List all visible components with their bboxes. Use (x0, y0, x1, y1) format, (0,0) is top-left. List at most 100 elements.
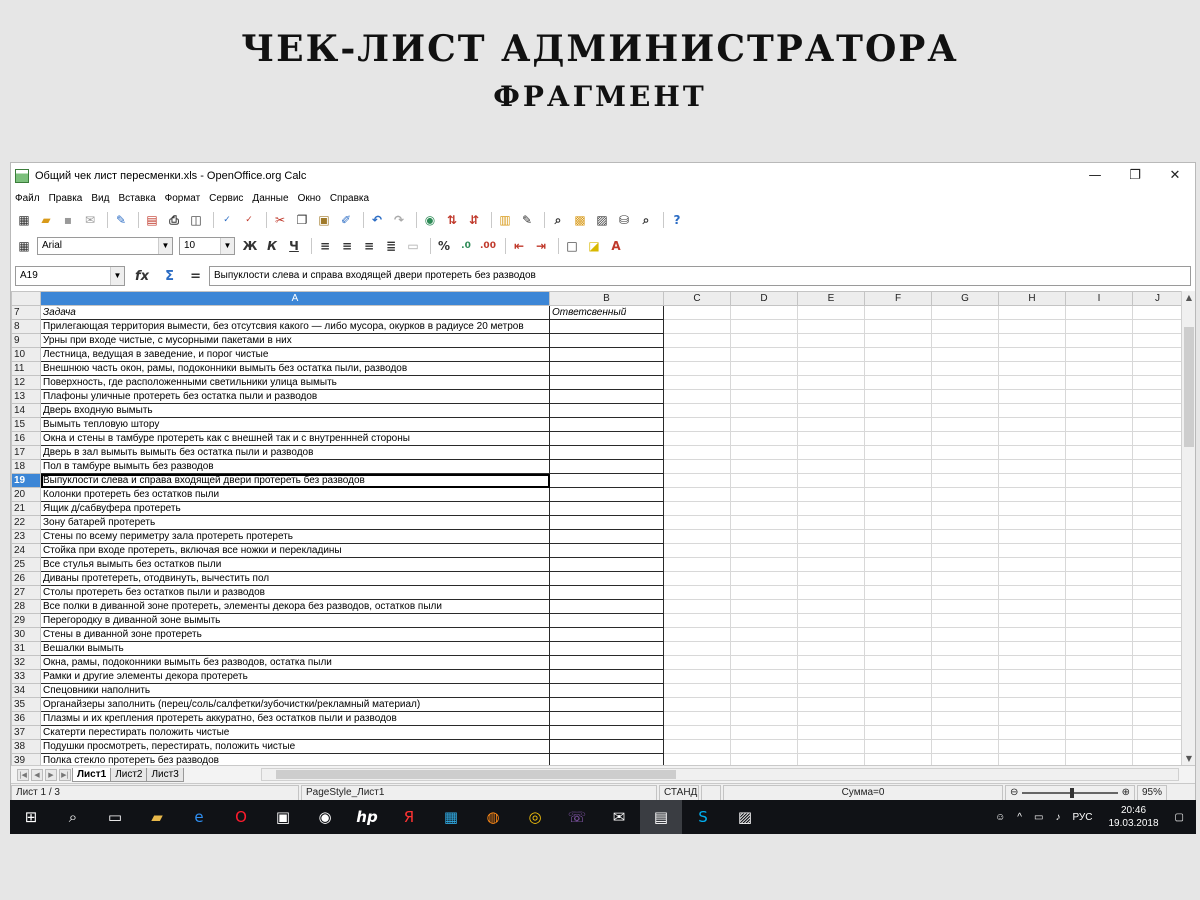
empty-cell[interactable] (931, 641, 999, 656)
next-sheet-icon[interactable]: ▶ (45, 768, 57, 781)
empty-cell[interactable] (998, 725, 1066, 740)
empty-cell[interactable] (998, 333, 1066, 348)
empty-cell[interactable] (1065, 529, 1133, 544)
hyperlink-icon[interactable]: ◉ (421, 211, 439, 229)
hp-app-icon[interactable]: hp (346, 800, 388, 834)
photos-app-icon[interactable]: ▨ (724, 800, 766, 834)
zoom-out-icon[interactable]: ⊖ (1010, 787, 1018, 798)
empty-cell[interactable] (730, 655, 798, 670)
empty-cell[interactable] (1132, 543, 1183, 558)
empty-cell[interactable] (797, 403, 865, 418)
empty-cell[interactable] (1132, 683, 1183, 698)
empty-cell[interactable] (1132, 655, 1183, 670)
empty-cell[interactable] (864, 697, 932, 712)
save-icon[interactable]: ▪ (59, 211, 77, 229)
row-header[interactable]: 8 (11, 319, 41, 334)
tab-sheet2[interactable]: Лист2 (110, 767, 148, 782)
task-cell[interactable]: Прилегающая территория вымести, без отсу… (40, 319, 550, 334)
row-header[interactable]: 21 (11, 501, 41, 516)
empty-cell[interactable] (663, 319, 731, 334)
empty-cell[interactable] (931, 669, 999, 684)
empty-cell[interactable] (1065, 375, 1133, 390)
responsible-cell[interactable] (549, 319, 664, 334)
task-cell[interactable]: Органайзеры заполнить (перец/соль/салфет… (40, 697, 550, 712)
input-language[interactable]: РУС (1072, 812, 1092, 823)
responsible-cell[interactable] (549, 515, 664, 530)
empty-cell[interactable] (730, 515, 798, 530)
task-cell[interactable]: Рамки и другие элементы декора протереть (40, 669, 550, 684)
empty-cell[interactable] (797, 515, 865, 530)
empty-cell[interactable] (663, 515, 731, 530)
empty-cell[interactable] (864, 711, 932, 726)
empty-cell[interactable] (1132, 515, 1183, 530)
scroll-up-icon[interactable]: ▲ (1182, 293, 1195, 302)
empty-cell[interactable] (998, 585, 1066, 600)
sort-descending-icon[interactable]: ⇵ (465, 211, 483, 229)
menu-view[interactable]: Вид (91, 193, 109, 204)
empty-cell[interactable] (1132, 459, 1183, 474)
menu-edit[interactable]: Правка (49, 193, 83, 204)
percent-button[interactable]: % (435, 237, 453, 255)
empty-cell[interactable] (1132, 725, 1183, 740)
row-header[interactable]: 12 (11, 375, 41, 390)
responsible-cell[interactable] (549, 473, 664, 488)
empty-cell[interactable] (931, 389, 999, 404)
opera-browser-icon[interactable]: O (220, 800, 262, 834)
app-tile-icon[interactable]: ▦ (430, 800, 472, 834)
draw-functions-icon[interactable]: ✎ (518, 211, 536, 229)
empty-cell[interactable] (1065, 473, 1133, 488)
empty-cell[interactable] (1132, 445, 1183, 460)
empty-cell[interactable] (864, 613, 932, 628)
responsible-cell[interactable] (549, 585, 664, 600)
menu-insert[interactable]: Вставка (118, 193, 155, 204)
font-name-select[interactable]: Arial ▼ (37, 237, 173, 255)
empty-cell[interactable] (663, 669, 731, 684)
empty-cell[interactable] (1132, 487, 1183, 502)
clone-format-icon[interactable]: ✐ (337, 211, 355, 229)
empty-cell[interactable] (998, 487, 1066, 502)
responsible-cell[interactable] (549, 417, 664, 432)
empty-cell[interactable] (730, 501, 798, 516)
empty-cell[interactable] (864, 473, 932, 488)
active-cell[interactable]: Выпуклости слева и справа входящей двери… (40, 473, 550, 488)
responsible-cell[interactable] (549, 641, 664, 656)
chevron-down-icon[interactable]: ▼ (110, 267, 124, 285)
empty-cell[interactable] (864, 333, 932, 348)
empty-cell[interactable] (1132, 557, 1183, 572)
decrease-indent-icon[interactable]: ⇤ (510, 237, 528, 255)
empty-cell[interactable] (663, 585, 731, 600)
empty-cell[interactable] (663, 753, 731, 765)
empty-cell[interactable] (797, 487, 865, 502)
empty-cell[interactable] (864, 459, 932, 474)
empty-cell[interactable] (864, 641, 932, 656)
responsible-cell[interactable] (549, 501, 664, 516)
empty-cell[interactable] (931, 753, 999, 765)
empty-cell[interactable] (663, 655, 731, 670)
empty-cell[interactable] (1065, 571, 1133, 586)
empty-cell[interactable] (663, 599, 731, 614)
task-cell[interactable]: Столы протереть без остатков пыли и разв… (40, 585, 550, 600)
empty-cell[interactable] (998, 403, 1066, 418)
empty-cell[interactable] (998, 445, 1066, 460)
empty-cell[interactable] (864, 417, 932, 432)
empty-cell[interactable] (730, 389, 798, 404)
empty-cell[interactable] (797, 655, 865, 670)
empty-cell[interactable] (1065, 305, 1133, 320)
empty-cell[interactable] (730, 627, 798, 642)
empty-cell[interactable] (1132, 599, 1183, 614)
empty-cell[interactable] (998, 543, 1066, 558)
responsible-cell[interactable] (549, 571, 664, 586)
task-cell[interactable]: Пол в тамбуре вымыть без разводов (40, 459, 550, 474)
last-sheet-icon[interactable]: ▶| (59, 768, 71, 781)
empty-cell[interactable] (1132, 333, 1183, 348)
empty-cell[interactable] (1065, 361, 1133, 376)
empty-cell[interactable] (663, 375, 731, 390)
empty-cell[interactable] (864, 403, 932, 418)
empty-cell[interactable] (998, 739, 1066, 754)
file-explorer-icon[interactable]: ▰ (136, 800, 178, 834)
empty-cell[interactable] (730, 585, 798, 600)
empty-cell[interactable] (797, 739, 865, 754)
gallery-icon[interactable]: ▨ (593, 211, 611, 229)
yandex-browser-icon[interactable]: Я (388, 800, 430, 834)
name-box[interactable]: A19 ▼ (15, 266, 125, 286)
